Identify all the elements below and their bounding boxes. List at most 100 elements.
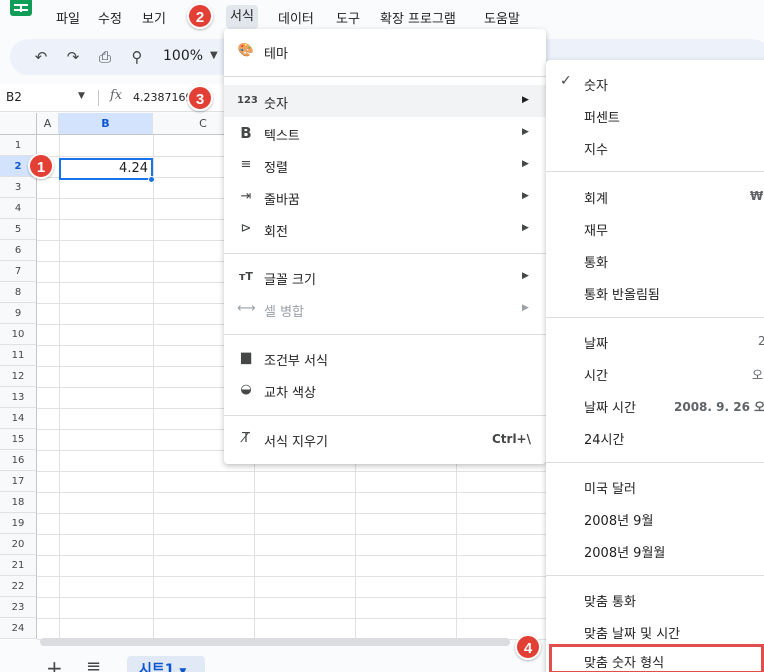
row-header[interactable]: 19 [0,513,37,534]
format-menu-alternating-colors[interactable]: ◒ 교차 색상 [224,374,546,406]
sheet-tab[interactable]: 시트1 ▼ [127,656,205,672]
font-size-icon: ᴛT [239,270,253,283]
row-header[interactable]: 4 [0,198,37,219]
row-header[interactable]: 11 [0,345,37,366]
row-header[interactable]: 16 [0,450,37,471]
column-header-b[interactable]: B [59,113,153,135]
row-header[interactable]: 20 [0,534,37,555]
chevron-right-icon: ▶ [522,223,529,233]
number-format-label: 재무 [584,224,608,239]
format-menu-merge-cells: ⟷ 셀 병합 ▶ [224,293,546,325]
formula-input[interactable]: 4.2387169 [133,91,193,104]
horizontal-scrollbar[interactable] [40,638,510,646]
number-format-usd[interactable]: 미국 달러 [546,470,764,502]
format-menu-label: 조건부 서식 [264,354,328,369]
number-format-currency[interactable]: 통화 [546,244,764,276]
number-format-custom-currency[interactable]: 맞춤 통화 [546,583,764,615]
sheet-tab-caret-icon[interactable]: ▼ [179,667,186,672]
add-sheet-icon[interactable]: + [46,656,63,672]
all-sheets-icon[interactable]: ≡ [86,656,101,672]
row-header[interactable]: 24 [0,618,37,639]
zoom-select[interactable]: 100% [163,48,203,64]
row-header[interactable]: 10 [0,324,37,345]
chevron-right-icon: ▶ [522,127,529,137]
print-icon[interactable]: ⎙ [96,48,114,66]
column-header-a[interactable]: A [37,113,59,135]
row-header[interactable]: 23 [0,597,37,618]
format-menu-font-size[interactable]: ᴛT 글꼴 크기 ▶ [224,261,546,293]
row-header[interactable]: 1 [0,135,37,156]
number-format-label: 2008년 9월 [584,514,654,529]
menu-view[interactable]: 보기 [142,8,166,27]
row-header[interactable]: 8 [0,282,37,303]
number-format-label: 시간 [584,369,608,384]
number-format-number[interactable]: ✓ 숫자 [546,67,764,99]
row-header[interactable]: 7 [0,261,37,282]
active-cell-b2[interactable]: 4.24 [59,158,153,180]
zoom-caret-icon[interactable]: ▼ [210,50,218,61]
paint-format-icon[interactable]: ⚲ [128,48,146,66]
format-menu-text[interactable]: B 텍스트 ▶ [224,117,546,149]
undo-icon[interactable]: ↶ [32,48,50,66]
number-format-accounting[interactable]: 회계 ₩ [546,180,764,212]
number-format-scientific[interactable]: 지수 [546,131,764,163]
format-menu-align[interactable]: ≡ 정렬 ▶ [224,149,546,181]
row-header[interactable]: 13 [0,387,37,408]
number-format-date[interactable]: 날짜 2 [546,325,764,357]
number-format-24h[interactable]: 24시간 [546,421,764,453]
menu-data[interactable]: 데이터 [278,8,314,27]
menu-edit[interactable]: 수정 [98,8,122,27]
number-format-financial[interactable]: 재무 [546,212,764,244]
format-menu-label: 글꼴 크기 [264,273,316,288]
menu-format[interactable]: 서식 [226,5,258,29]
fill-handle[interactable] [148,176,155,183]
menu-help[interactable]: 도움말 [484,8,520,27]
chevron-right-icon: ▶ [522,191,529,201]
name-box-caret-icon[interactable]: ▼ [78,91,85,101]
palette-icon: 🎨 [237,43,255,58]
number-format-submenu: ✓ 숫자 퍼센트 지수 회계 ₩ 재무 통화 통화 반올림됨 날짜 2 시간 오… [546,60,764,672]
number-format-sample: 오 [752,368,764,382]
fx-icon: fx [110,88,123,103]
number-format-currency-rounded[interactable]: 통화 반올림됨 [546,276,764,308]
clear-format-icon: T̸ [242,431,250,446]
number-format-date-time[interactable]: 날짜 시간 2008. 9. 26 오 [546,389,764,421]
menu-divider [224,334,546,335]
number-format-time[interactable]: 시간 오 [546,357,764,389]
redo-icon[interactable]: ↷ [64,48,82,66]
row-header[interactable]: 9 [0,303,37,324]
format-menu-rotate[interactable]: ⊳ 회전 ▶ [224,213,546,245]
highlight-box [549,644,764,672]
number-format-percent[interactable]: 퍼센트 [546,99,764,131]
row-header[interactable]: 17 [0,471,37,492]
format-menu-number[interactable]: 123 숫자 ▶ [224,85,546,117]
format-menu-label: 줄바꿈 [264,193,300,208]
format-menu-clear-formatting[interactable]: T̸ 서식 지우기 Ctrl+\ [224,423,546,455]
format-menu-theme[interactable]: 🎨 테마 [224,35,546,67]
number-format-year-month-2[interactable]: 2008년 9월월 [546,534,764,566]
menu-file[interactable]: 파일 [56,8,80,27]
sheets-logo-icon[interactable] [10,0,32,16]
format-menu-wrap[interactable]: ⇥ 줄바꿈 ▶ [224,181,546,213]
menu-extensions[interactable]: 확장 프로그램 [380,8,456,27]
row-header[interactable]: 6 [0,240,37,261]
number-format-custom-date-time[interactable]: 맞춤 날짜 및 시간 [546,615,764,647]
format-menu-conditional[interactable]: ▆ 조건부 서식 [224,342,546,374]
row-header[interactable]: 21 [0,555,37,576]
menu-tools[interactable]: 도구 [336,8,360,27]
row-header[interactable]: 22 [0,576,37,597]
number-format-year-month[interactable]: 2008년 9월 [546,502,764,534]
row-header[interactable]: 15 [0,429,37,450]
number-format-label: 맞춤 날짜 및 시간 [584,627,681,642]
row-header[interactable]: 14 [0,408,37,429]
number-format-label: 24시간 [584,433,625,448]
row-header[interactable]: 18 [0,492,37,513]
merge-icon: ⟷ [237,301,256,316]
row-header[interactable]: 5 [0,219,37,240]
select-all-corner[interactable] [0,113,37,135]
name-box[interactable]: B2 [6,90,22,104]
drop-icon: ◒ [240,382,252,397]
row-header[interactable]: 12 [0,366,37,387]
row-header[interactable]: 3 [0,177,37,198]
align-icon: ≡ [240,157,252,172]
